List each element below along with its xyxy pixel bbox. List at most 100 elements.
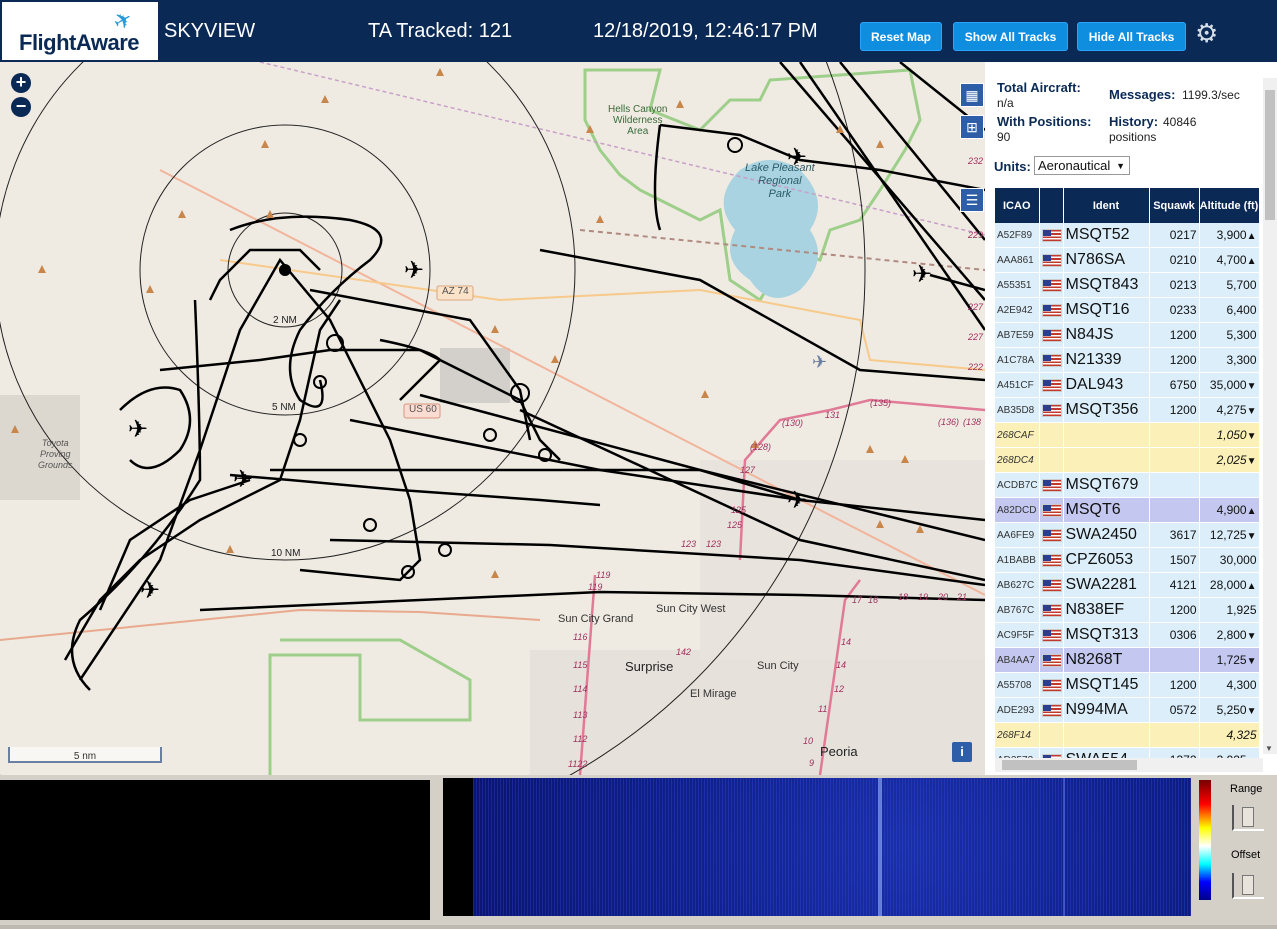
aircraft-row[interactable]: AAA861 N786SA 0210 4,700▲	[995, 247, 1260, 273]
squawk-cell	[1149, 422, 1200, 448]
col-icao[interactable]: ICAO	[995, 188, 1040, 223]
reset-map-button[interactable]: Reset Map	[860, 22, 942, 51]
ident-cell: DAL943	[1063, 372, 1150, 398]
altitude-trend-icon: ▼	[1246, 406, 1257, 417]
squawk-cell: 1200	[1149, 397, 1200, 423]
col-squawk[interactable]: Squawk	[1149, 188, 1200, 223]
aircraft-row[interactable]: AB7E59 N84JS 1200 5,300	[995, 322, 1260, 348]
boundary-dashed	[259, 62, 985, 236]
aircraft-row[interactable]: ADE293 N994MA 0572 5,250▼	[995, 697, 1260, 723]
show-all-tracks-button[interactable]: Show All Tracks	[953, 22, 1068, 51]
aircraft-row[interactable]: A1C78A N21339 1200 3,300	[995, 347, 1260, 373]
aircraft-row[interactable]: A451CF DAL943 6750 35,000▼	[995, 372, 1260, 398]
map-area[interactable]: ✈ ✈ ✈ ✈ ✈ ✈ ✈ ✈ Hells Canyon Wilderness …	[0, 62, 985, 775]
col-flag[interactable]	[1039, 188, 1064, 223]
icao-cell-text: A52F89	[997, 229, 1033, 241]
icao-cell-text: A2E942	[997, 304, 1033, 316]
flag-cell	[1039, 272, 1064, 298]
logo-text: FlightAware	[19, 30, 140, 55]
aircraft-row[interactable]: A55351 MSQT843 0213 5,700	[995, 272, 1260, 298]
squawk-cell-text: 6750	[1169, 378, 1197, 392]
aircraft-icon[interactable]: ✈	[128, 415, 148, 443]
west-road	[0, 608, 541, 641]
aircraft-row[interactable]: ACDB7C MSQT679	[995, 472, 1260, 498]
columns-toggle-icon[interactable]: ☰	[960, 188, 984, 212]
aircraft-icon[interactable]: ✈	[233, 465, 253, 493]
zoom-in-button[interactable]: +	[11, 73, 31, 93]
aircraft-row[interactable]: A2E942 MSQT16 0233 6,400	[995, 297, 1260, 323]
altitude-cell: 3,900▲	[1199, 223, 1260, 248]
aircraft-row[interactable]: AB35D8 MSQT356 1200 4,275▼	[995, 397, 1260, 423]
aircraft-row[interactable]: AB4AA7 N8268T 1,725▼	[995, 647, 1260, 673]
aircraft-icon[interactable]: ✈	[812, 352, 827, 373]
map-layers-icon[interactable]: ▦	[960, 83, 984, 107]
aircraft-row[interactable]: AB627C SWA2281 4121 28,000▲	[995, 572, 1260, 598]
aircraft-icon[interactable]: ✈	[787, 486, 807, 514]
aircraft-row[interactable]: A82DCD MSQT6 4,900▲	[995, 497, 1260, 523]
offset-slider[interactable]	[1232, 873, 1264, 899]
waterfall-display	[443, 778, 1191, 916]
horizontal-scroll-thumb[interactable]	[1002, 760, 1137, 770]
flag-cell	[1039, 697, 1064, 723]
flag-cell	[1039, 447, 1064, 473]
ident-cell: N84JS	[1063, 322, 1150, 348]
hide-all-tracks-button[interactable]: Hide All Tracks	[1077, 22, 1186, 51]
squawk-cell: 0572	[1149, 697, 1200, 723]
vertical-scroll-thumb[interactable]	[1265, 90, 1275, 220]
squawk-cell: 0233	[1149, 297, 1200, 323]
grid-icon[interactable]: ⊞	[960, 115, 984, 139]
aircraft-row[interactable]: 268DC4 2,025▼	[995, 447, 1260, 473]
aircraft-row[interactable]: AA6FE9 SWA2450 3617 12,725▼	[995, 522, 1260, 548]
altitude-trend-icon: ▼	[1246, 706, 1257, 717]
flag-cell	[1039, 497, 1064, 523]
info-icon[interactable]: i	[952, 742, 972, 762]
settings-gear-icon[interactable]: ⚙	[1195, 18, 1218, 49]
aircraft-row[interactable]: A1BABB CPZ6053 1507 30,000	[995, 547, 1260, 573]
us-flag-icon	[1041, 279, 1062, 293]
aircraft-row[interactable]: 268CAF 1,050▼	[995, 422, 1260, 448]
with-positions-value: 90	[997, 130, 1011, 144]
squawk-cell-text: 1200	[1169, 353, 1197, 367]
flag-cell	[1039, 722, 1064, 748]
flag-cell	[1039, 572, 1064, 598]
us-flag-icon	[1041, 229, 1062, 243]
flag-cell	[1039, 247, 1064, 273]
spectrum-window: Range Offset	[0, 775, 1277, 929]
icao-cell-text: AB4AA7	[997, 654, 1035, 666]
aircraft-icon[interactable]: ✈	[140, 576, 160, 604]
units-select[interactable]: Aeronautical ▼	[1034, 156, 1130, 175]
altitude-cell-text: 4,700	[1216, 253, 1247, 267]
offset-slider-knob[interactable]	[1242, 875, 1254, 895]
aircraft-row[interactable]: AC9F5F MSQT313 0306 2,800▼	[995, 622, 1260, 648]
altitude-cell: 4,300	[1199, 672, 1260, 698]
aircraft-row[interactable]: 268F14 4,325	[995, 722, 1260, 748]
squawk-cell: 0213	[1149, 272, 1200, 298]
us-flag-icon	[1041, 504, 1062, 518]
squawk-cell-text: 1200	[1169, 403, 1197, 417]
aircraft-table: ICAO Ident Squawk Altitude (ft) A52F89 MS…	[995, 188, 1260, 773]
icao-cell: AB35D8	[995, 397, 1040, 423]
col-ident[interactable]: Ident	[1063, 188, 1150, 223]
range-slider-knob[interactable]	[1242, 807, 1254, 827]
flightaware-logo[interactable]: ✈ FlightAware	[2, 2, 158, 60]
squawk-cell-text: 1200	[1169, 603, 1197, 617]
range-ring-10nm	[0, 62, 576, 561]
aircraft-row[interactable]: AB767C N838EF 1200 1,925	[995, 597, 1260, 623]
aircraft-icon[interactable]: ✈	[404, 256, 424, 284]
squawk-cell-text: 3617	[1169, 528, 1197, 542]
squawk-cell	[1149, 647, 1200, 673]
icao-cell: AB627C	[995, 572, 1040, 598]
us-flag-icon	[1041, 529, 1062, 543]
ident-cell: MSQT6	[1063, 497, 1150, 523]
zoom-out-button[interactable]: −	[11, 97, 31, 117]
aircraft-row[interactable]: A55708 MSQT145 1200 4,300	[995, 672, 1260, 698]
altitude-cell-text: 28,000	[1209, 578, 1247, 592]
col-altitude[interactable]: Altitude (ft)	[1199, 188, 1260, 223]
flag-cell	[1039, 472, 1064, 498]
range-slider[interactable]	[1232, 805, 1264, 831]
scroll-down-arrow-icon[interactable]: ▼	[1265, 744, 1273, 753]
aircraft-row[interactable]: A52F89 MSQT52 0217 3,900▲	[995, 223, 1260, 248]
aircraft-icon[interactable]: ✈	[912, 260, 932, 288]
us-flag-icon	[1041, 304, 1062, 318]
sun-city-grand-label: Sun City Grand	[558, 613, 634, 625]
